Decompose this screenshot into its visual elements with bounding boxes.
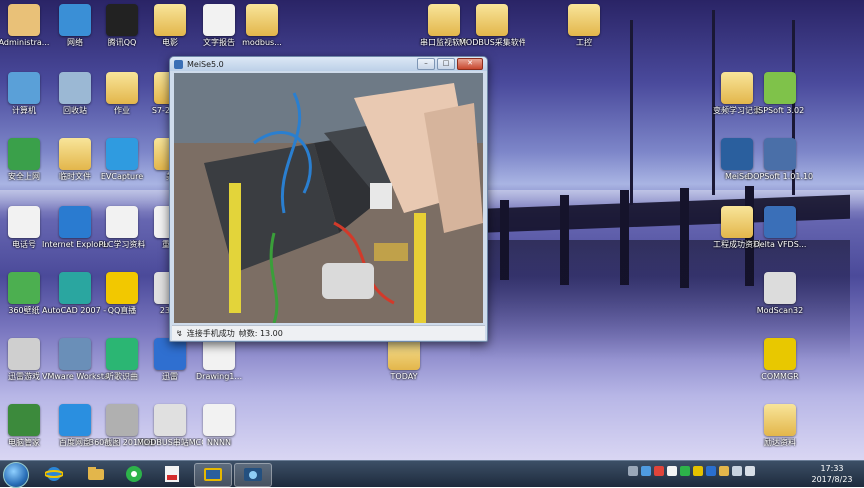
desktop-icon[interactable]: COMMGR <box>747 338 813 382</box>
start-button[interactable] <box>3 462 29 488</box>
desktop: Administra... 网络 腾讯QQ 电影 文字报告 modbus... 串口监视软件… <box>0 0 864 460</box>
desktop-icon[interactable]: 励达资料 <box>747 404 813 448</box>
folder-icon <box>388 338 420 370</box>
folder-icon <box>428 4 460 36</box>
desktop-icon-label: modbus... <box>242 38 282 47</box>
ev-icon <box>106 138 138 170</box>
meise-window[interactable]: MeiSe5.0 – □ ✕ ↯ 连接手机成功 帧数: 13.00 <box>169 56 488 342</box>
folder-icon <box>764 404 796 436</box>
app-icon <box>764 206 796 238</box>
connection-status: 连接手机成功 <box>186 328 235 338</box>
close-button[interactable]: ✕ <box>457 58 483 70</box>
app-icon <box>764 72 796 104</box>
app-icon <box>59 272 91 304</box>
maximize-button[interactable]: □ <box>437 58 455 70</box>
desktop-icon[interactable]: Drawing1... <box>186 338 252 382</box>
folder-icon <box>568 4 600 36</box>
bin-icon <box>59 72 91 104</box>
desktop-icon-label: ISPSoft 3.02 <box>755 106 805 115</box>
taskbar: 17:33 2017/8/23 <box>0 460 864 488</box>
desktop-icon-label: ModScan32 <box>756 306 804 315</box>
video-frame <box>174 73 483 323</box>
tray-security-icon[interactable] <box>654 466 664 476</box>
tray-app-icon[interactable] <box>706 466 716 476</box>
clock-time: 17:33 <box>820 464 844 473</box>
taskbar-meise-icon[interactable] <box>234 463 272 487</box>
tray-network-icon[interactable] <box>641 466 651 476</box>
app-icon <box>59 404 91 436</box>
desktop-icon[interactable]: MODBUS采集软件 <box>459 4 525 48</box>
doc-icon <box>203 404 235 436</box>
desktop-icon-label: TODAY <box>390 372 418 381</box>
folder-icon <box>476 4 508 36</box>
frame-rate: 帧数: 13.00 <box>238 328 283 338</box>
globe-icon <box>59 4 91 36</box>
tray-qq-icon[interactable] <box>667 466 677 476</box>
app-icon <box>764 272 796 304</box>
tray-keyboard-icon[interactable] <box>628 466 638 476</box>
clock-date: 2017/8/23 <box>811 475 853 484</box>
pier-mast <box>630 20 633 205</box>
app-icon <box>764 138 796 170</box>
computer-icon <box>8 72 40 104</box>
folder-icon <box>154 4 186 36</box>
camera-video-feed <box>174 73 483 323</box>
desktop-icon[interactable]: ModScan32 <box>747 272 813 316</box>
img-icon <box>106 404 138 436</box>
app-icon <box>8 272 40 304</box>
desktop-icon[interactable]: 工控 <box>551 4 617 48</box>
app-icon <box>59 338 91 370</box>
tray-flag-icon[interactable] <box>745 466 755 476</box>
user-icon <box>8 4 40 36</box>
system-tray <box>628 466 755 482</box>
desktop-icon-label: MODBUS采集软件 <box>459 38 525 47</box>
ie-icon <box>8 138 40 170</box>
taskbar-ie-icon[interactable] <box>36 463 72 485</box>
tray-folder-icon[interactable] <box>719 466 729 476</box>
desktop-icon[interactable]: TODAY <box>371 338 437 382</box>
tray-shield-icon[interactable] <box>693 466 703 476</box>
doc-icon <box>8 206 40 238</box>
app-icon <box>8 338 40 370</box>
desktop-icon[interactable]: NNNN <box>186 404 252 448</box>
meise-app-icon <box>174 59 183 69</box>
connection-status-icon: ↯ <box>176 328 183 338</box>
folder-icon <box>246 4 278 36</box>
desktop-icon-label: 工控 <box>576 38 592 47</box>
app-icon <box>154 404 186 436</box>
taskbar-360-icon[interactable] <box>116 463 152 485</box>
desktop-icon-label: Delta VFDS... <box>753 240 807 249</box>
window-statusbar: ↯ 连接手机成功 帧数: 13.00 <box>172 325 485 340</box>
taskbar-tv-icon[interactable] <box>194 463 232 487</box>
taskbar-pdf-icon[interactable] <box>154 463 190 485</box>
app-icon <box>106 272 138 304</box>
minimize-button[interactable]: – <box>417 58 435 70</box>
app-icon <box>764 338 796 370</box>
desktop-icon[interactable]: Delta VFDS... <box>747 206 813 250</box>
tray-360-icon[interactable] <box>680 466 690 476</box>
app-icon <box>8 404 40 436</box>
doc-icon <box>106 206 138 238</box>
window-title: MeiSe5.0 <box>187 59 224 69</box>
folder-icon <box>106 72 138 104</box>
folder-icon <box>59 138 91 170</box>
desktop-icon[interactable]: DOPSoft 1.01.10 <box>747 138 813 182</box>
qq-icon <box>106 4 138 36</box>
window-titlebar[interactable]: MeiSe5.0 – □ ✕ <box>170 57 487 71</box>
desktop-icon-label: Drawing1... <box>196 372 242 381</box>
app-icon <box>106 338 138 370</box>
desktop-icon-label: DOPSoft 1.01.10 <box>747 172 813 181</box>
app-icon <box>154 338 186 370</box>
taskbar-explorer-icon[interactable] <box>78 463 114 485</box>
taskbar-clock[interactable]: 17:33 2017/8/23 <box>806 463 858 485</box>
doc-icon <box>203 338 235 370</box>
desktop-icon-label: NNNN <box>207 438 231 447</box>
tray-speaker-icon[interactable] <box>732 466 742 476</box>
desktop-icon[interactable]: ISPSoft 3.02 <box>747 72 813 116</box>
desktop-icon-label: 励达资料 <box>764 438 796 447</box>
ie-icon <box>59 206 91 238</box>
desktop-icon[interactable]: modbus... <box>229 4 295 48</box>
desktop-icon-label: COMMGR <box>761 372 799 381</box>
